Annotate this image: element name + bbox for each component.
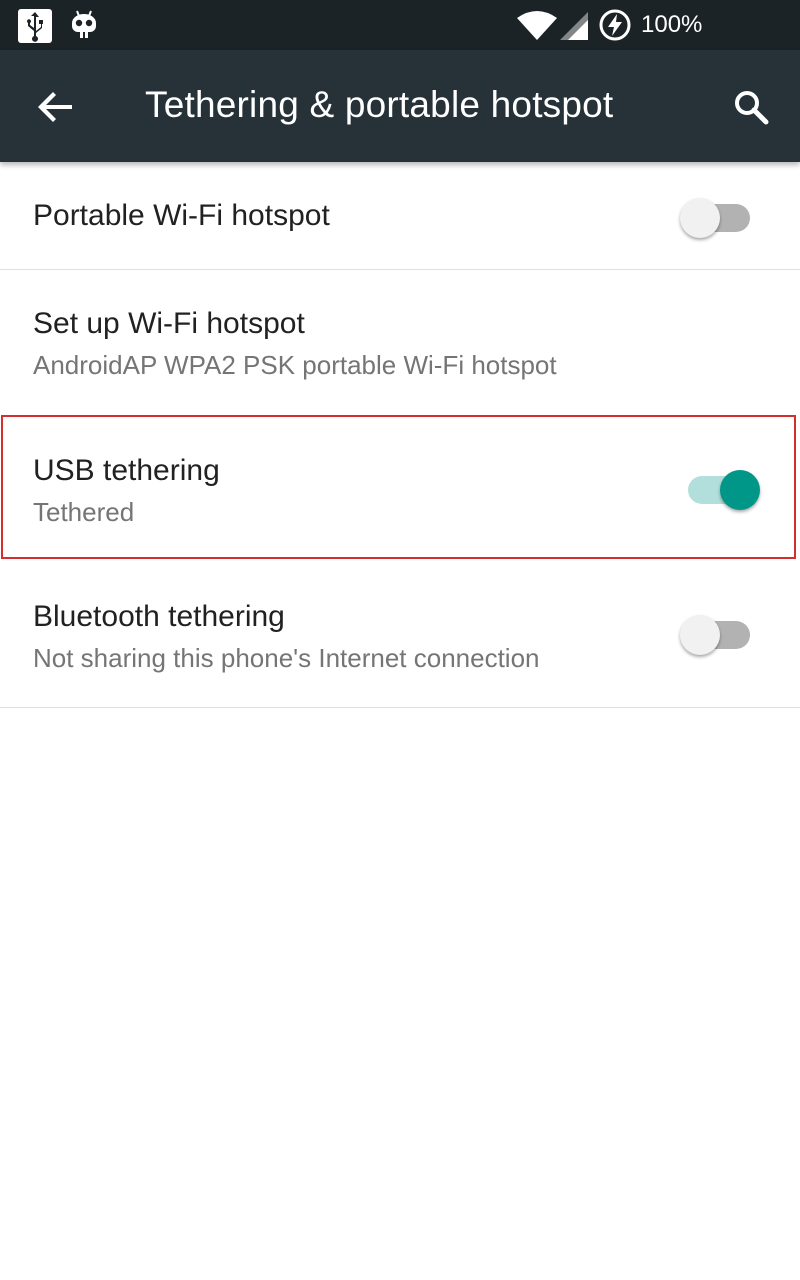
setup-wifi-hotspot-summary: AndroidAP WPA2 PSK portable Wi-Fi hotspo…	[33, 350, 557, 380]
cyanogenmod-bot-icon	[72, 10, 96, 38]
portable-wifi-hotspot-switch[interactable]	[680, 192, 760, 238]
portable-wifi-hotspot-title: Portable Wi-Fi hotspot	[33, 199, 330, 232]
divider	[0, 707, 800, 708]
bluetooth-tethering-title: Bluetooth tethering	[33, 600, 285, 633]
bluetooth-tethering-summary: Not sharing this phone's Internet connec…	[33, 643, 540, 673]
bluetooth-tethering-row[interactable]: Bluetooth tethering Not sharing this pho…	[0, 563, 800, 707]
setup-wifi-hotspot-title: Set up Wi-Fi hotspot	[33, 307, 305, 340]
app-bar: Tethering & portable hotspot	[0, 50, 800, 162]
cell-signal-icon	[560, 12, 588, 40]
usb-icon	[18, 9, 52, 43]
battery-charging-icon	[599, 9, 631, 41]
page-title: Tethering & portable hotspot	[145, 84, 614, 125]
wifi-icon	[517, 11, 557, 40]
bluetooth-tethering-switch[interactable]	[680, 609, 760, 655]
search-icon[interactable]	[726, 82, 776, 132]
switch-thumb	[680, 615, 720, 655]
setup-wifi-hotspot-row[interactable]: Set up Wi-Fi hotspot AndroidAP WPA2 PSK …	[0, 270, 800, 410]
status-bar: 100%	[0, 0, 800, 50]
portable-wifi-hotspot-row[interactable]: Portable Wi-Fi hotspot	[0, 162, 800, 269]
switch-thumb	[680, 198, 720, 238]
battery-percent: 100%	[641, 11, 703, 38]
highlight-box	[1, 415, 796, 559]
arrow-back-icon[interactable]	[30, 82, 80, 132]
